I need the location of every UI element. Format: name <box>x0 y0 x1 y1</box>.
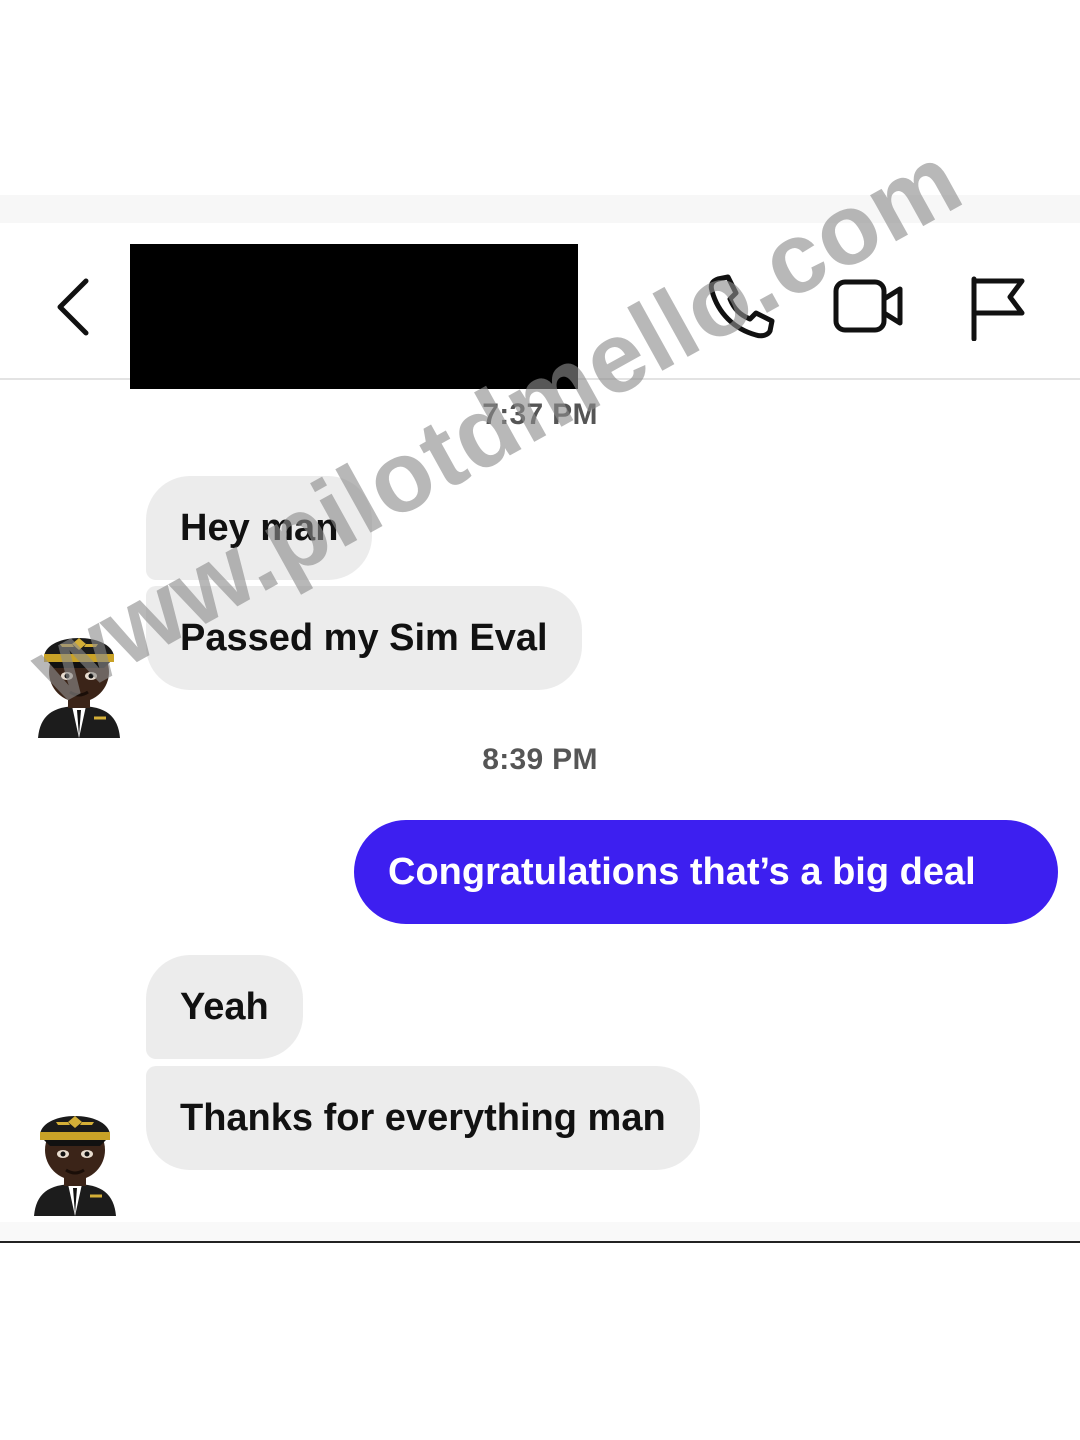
video-camera-icon <box>833 279 903 333</box>
sender-avatar[interactable] <box>34 620 124 740</box>
pilot-emoji-icon <box>38 638 120 738</box>
sender-avatar[interactable] <box>30 1098 120 1218</box>
composer-area <box>0 1222 1080 1241</box>
chevron-left-icon <box>57 278 89 336</box>
report-button[interactable] <box>966 273 1028 342</box>
outgoing-message[interactable]: Congratulations that’s a big deal <box>354 820 1058 924</box>
timestamp: 7:37 PM <box>482 398 598 431</box>
chat-header <box>0 223 1080 389</box>
back-button[interactable] <box>50 275 98 339</box>
chat-screen: 7:37 PM Hey man Passed my Sim Eval 8:39 … <box>0 0 1080 1440</box>
voice-call-button[interactable] <box>704 273 776 339</box>
timestamp: 8:39 PM <box>482 743 598 776</box>
phone-icon <box>708 274 775 339</box>
incoming-message[interactable]: Thanks for everything man <box>146 1066 700 1170</box>
redacted-contact-name <box>130 244 578 389</box>
bottom-divider <box>0 1241 1080 1243</box>
incoming-message[interactable]: Yeah <box>146 955 303 1059</box>
status-bar-area <box>0 195 1080 223</box>
incoming-message[interactable]: Hey man <box>146 476 373 580</box>
video-call-button[interactable] <box>832 275 906 337</box>
incoming-message[interactable]: Passed my Sim Eval <box>146 586 582 690</box>
pilot-emoji-icon <box>34 1116 116 1216</box>
flag-icon <box>971 276 1025 342</box>
